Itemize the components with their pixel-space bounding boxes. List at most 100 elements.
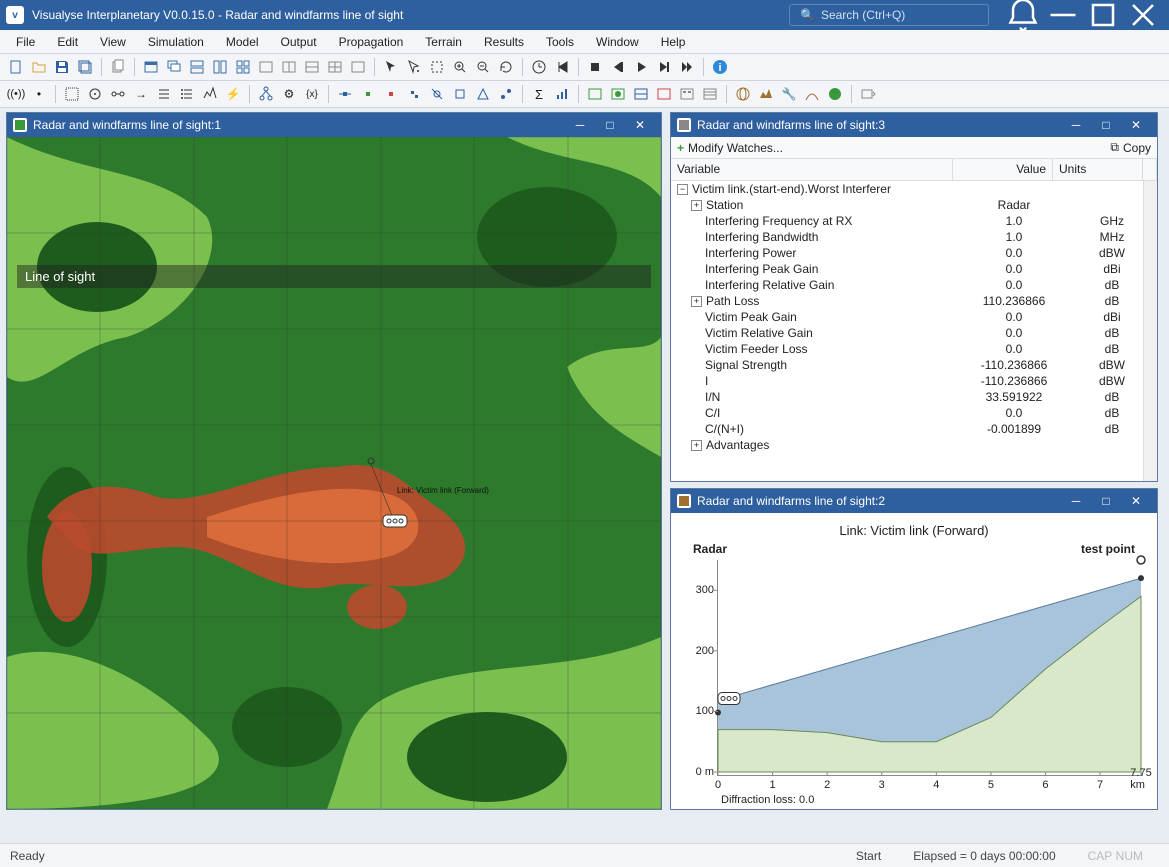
list2-icon[interactable] bbox=[177, 84, 197, 104]
var-icon[interactable]: {x} bbox=[302, 84, 322, 104]
watch-row[interactable]: Interfering Relative Gain0.0dB bbox=[671, 277, 1157, 293]
sat-5-icon[interactable] bbox=[427, 84, 447, 104]
watch-row[interactable]: Interfering Peak Gain0.0dBi bbox=[671, 261, 1157, 277]
new-icon[interactable] bbox=[6, 57, 26, 77]
map-viewport[interactable]: Link: Victim link (Forward) Line of sigh… bbox=[7, 137, 661, 809]
expand-icon[interactable]: + bbox=[691, 200, 702, 211]
info-icon[interactable]: i bbox=[710, 57, 730, 77]
menu-output[interactable]: Output bbox=[271, 32, 327, 52]
plus-icon[interactable]: + bbox=[677, 141, 684, 155]
watch-minimize-button[interactable]: ─ bbox=[1061, 113, 1091, 137]
profile-close-button[interactable]: ✕ bbox=[1121, 489, 1151, 513]
window-grid-icon[interactable] bbox=[233, 57, 253, 77]
view-3-icon[interactable] bbox=[631, 84, 651, 104]
menu-simulation[interactable]: Simulation bbox=[138, 32, 214, 52]
view-1-icon[interactable] bbox=[585, 84, 605, 104]
save-icon[interactable] bbox=[52, 57, 72, 77]
watch-row[interactable]: +Path Loss110.236866dB bbox=[671, 293, 1157, 309]
dot-icon[interactable]: • bbox=[29, 84, 49, 104]
watch-row[interactable]: +StationRadar bbox=[671, 197, 1157, 213]
view-5-icon[interactable] bbox=[677, 84, 697, 104]
watch-row[interactable]: Victim Peak Gain0.0dBi bbox=[671, 309, 1157, 325]
menu-results[interactable]: Results bbox=[474, 32, 534, 52]
fast-forward-icon[interactable] bbox=[677, 57, 697, 77]
collapse-icon[interactable]: − bbox=[677, 184, 688, 195]
refresh-icon[interactable] bbox=[496, 57, 516, 77]
window-new-icon[interactable] bbox=[141, 57, 161, 77]
stop-icon[interactable] bbox=[585, 57, 605, 77]
select-icon[interactable] bbox=[404, 57, 424, 77]
gear-icon[interactable]: ⚙ bbox=[279, 84, 299, 104]
minimize-button[interactable] bbox=[1043, 0, 1083, 30]
window-tile-v-icon[interactable] bbox=[210, 57, 230, 77]
watch-maximize-button[interactable]: □ bbox=[1091, 113, 1121, 137]
tree-icon[interactable] bbox=[256, 84, 276, 104]
menu-file[interactable]: File bbox=[6, 32, 45, 52]
watch-group-row[interactable]: −Victim link.(start-end).Worst Interfere… bbox=[671, 181, 1157, 197]
profile-titlebar[interactable]: Radar and windfarms line of sight:2 ─ □ … bbox=[671, 489, 1157, 513]
wrench-icon[interactable]: 🔧 bbox=[779, 84, 799, 104]
maximize-button[interactable] bbox=[1083, 0, 1123, 30]
sat-4-icon[interactable] bbox=[404, 84, 424, 104]
map-titlebar[interactable]: Radar and windfarms line of sight:1 ─ □ … bbox=[7, 113, 661, 137]
zoom-out-icon[interactable] bbox=[473, 57, 493, 77]
menu-terrain[interactable]: Terrain bbox=[415, 32, 472, 52]
target-icon[interactable] bbox=[85, 84, 105, 104]
view-2-icon[interactable] bbox=[608, 84, 628, 104]
watch-row[interactable]: Victim Relative Gain0.0dB bbox=[671, 325, 1157, 341]
scrollbar[interactable] bbox=[1143, 181, 1157, 481]
copy-icon[interactable] bbox=[108, 57, 128, 77]
path-icon[interactable] bbox=[802, 84, 822, 104]
sat-6-icon[interactable] bbox=[450, 84, 470, 104]
watch-row[interactable]: Signal Strength-110.236866dBW bbox=[671, 357, 1157, 373]
sat-7-icon[interactable] bbox=[473, 84, 493, 104]
saveall-icon[interactable] bbox=[75, 57, 95, 77]
window-b-icon[interactable] bbox=[279, 57, 299, 77]
step-forward-icon[interactable] bbox=[654, 57, 674, 77]
link-icon[interactable] bbox=[108, 84, 128, 104]
list-icon[interactable] bbox=[154, 84, 174, 104]
watch-row[interactable]: Interfering Power0.0dBW bbox=[671, 245, 1157, 261]
bolt-icon[interactable]: ⚡ bbox=[223, 84, 243, 104]
globe-icon[interactable] bbox=[733, 84, 753, 104]
window-tile-h-icon[interactable] bbox=[187, 57, 207, 77]
zoom-box-icon[interactable] bbox=[427, 57, 447, 77]
zoom-in-icon[interactable] bbox=[450, 57, 470, 77]
map-minimize-button[interactable]: ─ bbox=[565, 113, 595, 137]
pointer-icon[interactable] bbox=[381, 57, 401, 77]
sat-3-icon[interactable] bbox=[381, 84, 401, 104]
watch-row[interactable]: C/(N+I)-0.001899dB bbox=[671, 421, 1157, 437]
copy-icon[interactable]: ⧉ bbox=[1110, 140, 1119, 155]
chart-icon[interactable] bbox=[552, 84, 572, 104]
watch-row[interactable]: Interfering Bandwidth1.0MHz bbox=[671, 229, 1157, 245]
antenna-icon[interactable]: ((•)) bbox=[6, 84, 26, 104]
sigma-icon[interactable]: Σ bbox=[529, 84, 549, 104]
window-cascade-icon[interactable] bbox=[164, 57, 184, 77]
watch-close-button[interactable]: ✕ bbox=[1121, 113, 1151, 137]
window-d-icon[interactable] bbox=[325, 57, 345, 77]
watch-row[interactable]: Interfering Frequency at RX1.0GHz bbox=[671, 213, 1157, 229]
sat-2-icon[interactable] bbox=[358, 84, 378, 104]
copy-link[interactable]: Copy bbox=[1123, 141, 1151, 155]
window-e-icon[interactable] bbox=[348, 57, 368, 77]
watch-list[interactable]: −Victim link.(start-end).Worst Interfere… bbox=[671, 181, 1157, 481]
window-c-icon[interactable] bbox=[302, 57, 322, 77]
map-maximize-button[interactable]: □ bbox=[595, 113, 625, 137]
play-icon[interactable] bbox=[631, 57, 651, 77]
sat-8-icon[interactable] bbox=[496, 84, 516, 104]
dropdown-icon[interactable] bbox=[858, 84, 878, 104]
grid-icon[interactable] bbox=[62, 84, 82, 104]
view-4-icon[interactable] bbox=[654, 84, 674, 104]
menu-tools[interactable]: Tools bbox=[536, 32, 584, 52]
terrain-icon[interactable] bbox=[756, 84, 776, 104]
open-icon[interactable] bbox=[29, 57, 49, 77]
signal-icon[interactable] bbox=[200, 84, 220, 104]
rewind-icon[interactable] bbox=[552, 57, 572, 77]
menu-window[interactable]: Window bbox=[586, 32, 649, 52]
map-close-button[interactable]: ✕ bbox=[625, 113, 655, 137]
sat-1-icon[interactable] bbox=[335, 84, 355, 104]
watch-row[interactable]: I-110.236866dBW bbox=[671, 373, 1157, 389]
expand-icon[interactable]: + bbox=[691, 440, 702, 451]
menu-model[interactable]: Model bbox=[216, 32, 269, 52]
chart-plot-area[interactable]: 0 m100200300012345677.75 km bbox=[717, 560, 1141, 776]
